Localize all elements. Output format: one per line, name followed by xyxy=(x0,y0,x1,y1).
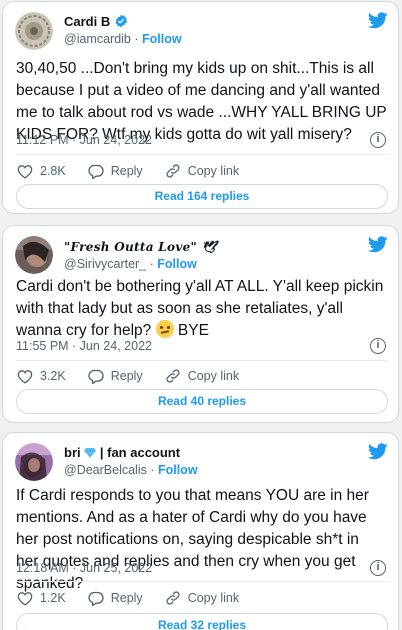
display-name-text: bri xyxy=(64,445,81,460)
action-bar: 3.2K Reply Copy link xyxy=(17,366,388,386)
read-replies-button[interactable]: Read 32 replies xyxy=(16,613,388,630)
copy-link-button[interactable]: Copy link xyxy=(165,590,239,606)
diamond-icon xyxy=(84,447,97,459)
tweet-card: "Fresh Outta Love" 🕊 @Sirivycarter_ · Fo… xyxy=(2,225,399,423)
copy-link-button[interactable]: Copy link xyxy=(165,163,239,179)
tweet-card: bri | fan account @DearBelcalis · Follow… xyxy=(2,432,399,630)
action-bar: 2.8K Reply Copy link xyxy=(17,161,388,181)
reply-label: Reply xyxy=(110,164,143,178)
info-icon[interactable]: i xyxy=(370,338,386,354)
read-replies-button[interactable]: Read 164 replies xyxy=(16,184,388,209)
handle-text: @DearBelcalis xyxy=(64,463,147,477)
reply-button[interactable]: Reply xyxy=(88,164,143,179)
handle[interactable]: @Sirivycarter_ · Follow xyxy=(64,257,197,271)
link-icon xyxy=(166,369,180,383)
reply-button[interactable]: Reply xyxy=(88,591,143,606)
read-replies-button[interactable]: Read 40 replies xyxy=(16,389,388,414)
display-name-text: Cardi B xyxy=(64,14,111,29)
copy-link-label: Copy link xyxy=(187,591,240,605)
avatar[interactable] xyxy=(15,12,53,50)
like-count: 2.8K xyxy=(40,164,66,178)
copy-link-label: Copy link xyxy=(187,164,240,178)
avatar[interactable] xyxy=(15,236,53,274)
link-icon xyxy=(166,591,180,605)
follow-button[interactable]: Follow xyxy=(142,32,182,46)
twitter-bird-icon[interactable] xyxy=(368,443,388,460)
handle[interactable]: @DearBelcalis · Follow xyxy=(64,463,198,477)
info-icon[interactable]: i xyxy=(370,132,386,148)
reply-icon xyxy=(88,369,104,384)
reply-icon xyxy=(88,164,104,179)
timestamp[interactable]: 11:12 PM · Jun 24, 2022 xyxy=(16,133,152,147)
copy-link-label: Copy link xyxy=(187,369,240,383)
copy-link-button[interactable]: Copy link xyxy=(165,368,239,384)
divider xyxy=(16,360,388,361)
twitter-bird-icon[interactable] xyxy=(368,236,388,253)
tweet-card: Cardi B @iamcardib · Follow 30,40,50 ...… xyxy=(2,1,399,214)
handle[interactable]: @iamcardib · Follow xyxy=(64,32,182,46)
twitter-bird-icon[interactable] xyxy=(368,12,388,29)
heart-icon xyxy=(17,591,33,606)
sad-face-emoji xyxy=(155,320,174,338)
like-button[interactable]: 3.2K xyxy=(17,369,66,384)
tweet-text: If Cardi responds to you that means YOU … xyxy=(16,487,369,592)
divider xyxy=(16,581,388,582)
display-name[interactable]: "Fresh Outta Love" 🕊 xyxy=(64,240,217,254)
follow-button[interactable]: Follow xyxy=(158,463,198,477)
display-name-suffix: | fan account xyxy=(99,445,181,460)
avatar[interactable] xyxy=(15,443,53,481)
reply-icon xyxy=(88,591,104,606)
heart-icon xyxy=(17,369,33,384)
like-count: 3.2K xyxy=(40,369,66,383)
reply-label: Reply xyxy=(110,369,143,383)
heart-icon xyxy=(17,164,33,179)
info-icon[interactable]: i xyxy=(370,560,386,576)
like-button[interactable]: 1.2K xyxy=(17,591,66,606)
divider xyxy=(16,154,388,155)
action-bar: 1.2K Reply Copy link xyxy=(17,588,388,608)
timestamp[interactable]: 11:55 PM · Jun 24, 2022 xyxy=(16,339,152,353)
tweet-text: Cardi don't be bothering y'all AT ALL. Y… xyxy=(16,276,388,342)
follow-button[interactable]: Follow xyxy=(157,257,197,271)
reply-label: Reply xyxy=(110,591,143,605)
timestamp[interactable]: 12:18 AM · Jun 25, 2022 xyxy=(16,561,152,575)
like-button[interactable]: 2.8K xyxy=(17,164,66,179)
handle-text: @iamcardib xyxy=(64,32,131,46)
display-name[interactable]: Cardi B xyxy=(64,14,128,29)
handle-text: @Sirivycarter_ xyxy=(64,257,147,271)
display-name[interactable]: bri | fan account xyxy=(64,445,180,460)
tweet-text-tail: BYE xyxy=(173,322,209,339)
reply-button[interactable]: Reply xyxy=(88,369,143,384)
verified-icon xyxy=(115,14,127,28)
link-icon xyxy=(166,164,180,178)
like-count: 1.2K xyxy=(40,591,66,605)
